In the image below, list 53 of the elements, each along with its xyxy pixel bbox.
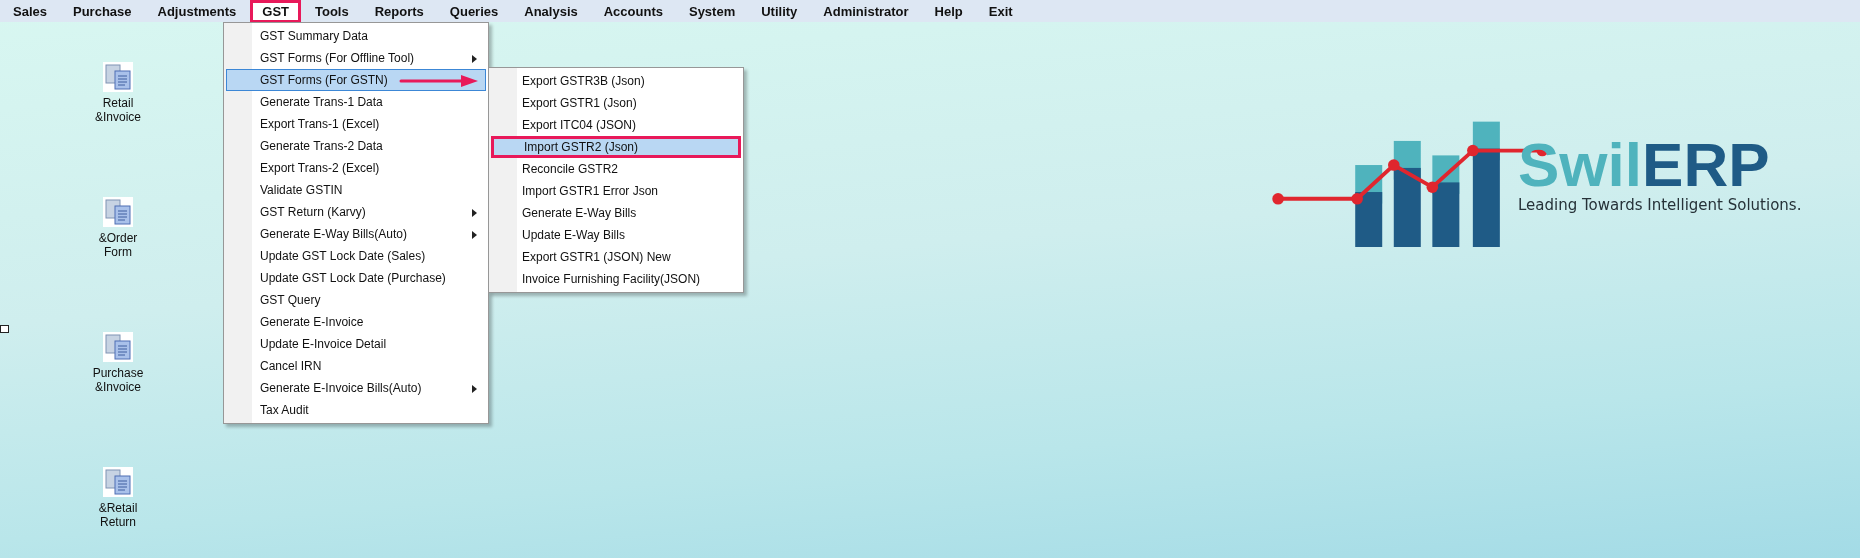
menu-bar-item[interactable]: GST	[250, 0, 301, 23]
menu-item[interactable]: Export GSTR1 (JSON) New	[491, 246, 741, 268]
menu-bar-item[interactable]: Help	[922, 0, 975, 23]
menu-item[interactable]: Generate Trans-1 Data	[226, 91, 486, 113]
menu-item[interactable]: Export Trans-1 (Excel)	[226, 113, 486, 135]
menu-item[interactable]: Generate Trans-2 Data	[226, 135, 486, 157]
menu-bar-item[interactable]: Reports	[362, 0, 436, 23]
small-square-icon	[0, 325, 9, 333]
menu-item[interactable]: Cancel IRN	[226, 355, 486, 377]
menu-item[interactable]: GST Forms (For GSTN)	[226, 69, 486, 91]
menu-bar-item[interactable]: Exit	[976, 0, 1025, 23]
menu-item[interactable]: Update E-Way Bills	[491, 224, 741, 246]
menu-bar-item[interactable]: Adjustments	[145, 0, 249, 23]
menu-item[interactable]: GST Return (Karvy)	[226, 201, 486, 223]
menu-bar-item[interactable]: Analysis	[512, 0, 590, 23]
menu-item[interactable]: Export GSTR3B (Json)	[491, 70, 741, 92]
menu-item[interactable]: Export GSTR1 (Json)	[491, 92, 741, 114]
menu-bar-item[interactable]: Utility	[749, 0, 810, 23]
menu-item[interactable]: GST Query	[226, 289, 486, 311]
menu-bar-item[interactable]: Purchase	[61, 0, 144, 23]
menu-item[interactable]: Tax Audit	[226, 399, 486, 421]
menu-item[interactable]: Reconcile GSTR2	[491, 158, 741, 180]
documents-icon[interactable]	[103, 467, 133, 497]
shortcut-label[interactable]: &Order Form	[98, 231, 138, 259]
menu-item[interactable]: Invoice Furnishing Facility(JSON)	[491, 268, 741, 290]
menu-bar-item[interactable]: Accounts	[591, 0, 675, 23]
menu-item[interactable]: Generate E-Way Bills	[491, 202, 741, 224]
menu-item[interactable]: Update GST Lock Date (Sales)	[226, 245, 486, 267]
menu-item[interactable]: Generate E-Invoice Bills(Auto)	[226, 377, 486, 399]
menu-bar-item[interactable]: Queries	[437, 0, 511, 23]
documents-icon[interactable]	[103, 197, 133, 227]
menu-item[interactable]: GST Forms (For Offline Tool)	[226, 47, 486, 69]
menu-item[interactable]: Validate GSTIN	[226, 179, 486, 201]
menu-bar-item[interactable]: System	[676, 0, 748, 23]
menu-item[interactable]: Import GSTR2 (Json)	[491, 136, 741, 158]
menu-item[interactable]: Export ITC04 (JSON)	[491, 114, 741, 136]
menu-item[interactable]: Update GST Lock Date (Purchase)	[226, 267, 486, 289]
menu-bar-item[interactable]: Administrator	[811, 0, 921, 23]
menu-item[interactable]: Update E-Invoice Detail	[226, 333, 486, 355]
menu-item[interactable]: Export Trans-2 (Excel)	[226, 157, 486, 179]
menu-item[interactable]: Generate E-Invoice	[226, 311, 486, 333]
menu-item[interactable]: Generate E-Way Bills(Auto)	[226, 223, 486, 245]
documents-icon[interactable]	[103, 62, 133, 92]
shortcut-label[interactable]: Purchase &Invoice	[92, 366, 144, 394]
brand-tagline: Leading Towards Intelligent Solutions.	[1518, 196, 1802, 214]
menu-bar-item[interactable]: Sales	[1, 0, 59, 23]
documents-icon[interactable]	[103, 332, 133, 362]
brand-name: SwilERP	[1518, 132, 1770, 198]
menu-bar-item[interactable]: Tools	[303, 0, 361, 23]
shortcut-label[interactable]: &Retail Return	[98, 501, 138, 529]
menu-item[interactable]: GST Summary Data	[226, 25, 486, 47]
shortcut-label[interactable]: Retail &Invoice	[95, 96, 141, 124]
menu-item[interactable]: Import GSTR1 Error Json	[491, 180, 741, 202]
